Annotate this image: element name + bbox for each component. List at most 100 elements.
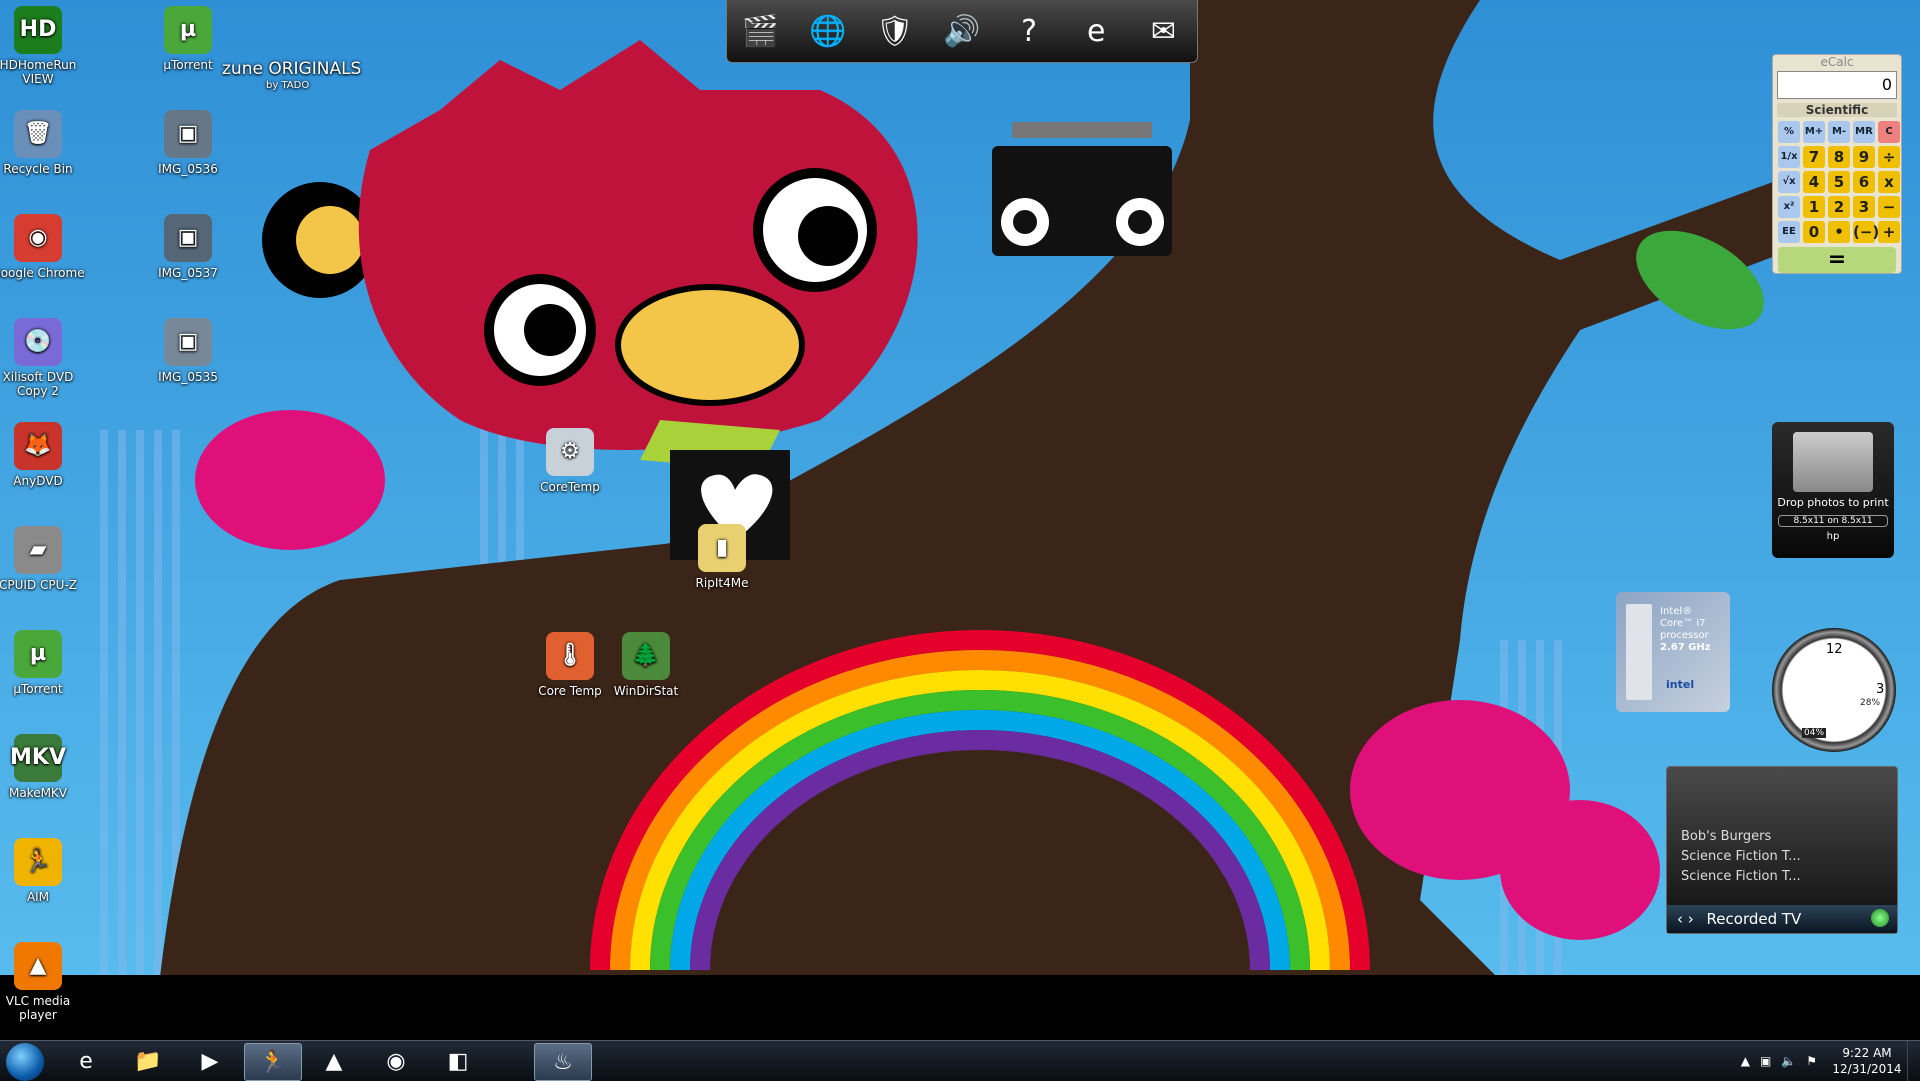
taskbar-vlc-icon[interactable]: ▲ — [306, 1043, 362, 1079]
desktop-icon-vlc-media-player[interactable]: ▲ VLC media player — [0, 942, 88, 1022]
-torrent-icon: µ — [14, 630, 62, 678]
shield-icon[interactable]: 🛡 — [869, 5, 921, 57]
recorded-tv-list: Bob's Burgers Science Fiction T... Science… — [1681, 827, 1801, 887]
desktop-icon-label: µTorrent — [163, 58, 213, 72]
show-desktop-button[interactable] — [1907, 1041, 1920, 1081]
calc-key[interactable]: % — [1778, 121, 1800, 143]
tv-nav-arrows[interactable]: ‹ › — [1677, 910, 1694, 928]
desktop-icon-makemkv[interactable]: MKV MakeMKV — [0, 734, 88, 800]
desktop-icon-img-0536[interactable]: ▣ IMG_0536 — [138, 110, 238, 176]
recorded-tv-item[interactable]: Bob's Burgers — [1681, 827, 1801, 847]
desktop-icon-coretemp[interactable]: ⚙ CoreTemp — [520, 428, 620, 494]
brand-text: zune ORIGINALS — [222, 59, 362, 79]
desktop-icon-google-chrome[interactable]: ◉ Google Chrome — [0, 214, 88, 280]
media-center-icon[interactable] — [1871, 909, 1889, 927]
taskbar-clock[interactable]: 9:22 AM 12/31/2014 — [1827, 1045, 1907, 1077]
calc-key[interactable]: 1 — [1803, 196, 1825, 218]
paper-size-select[interactable]: 8.5x11 on 8.5x11 — [1778, 515, 1888, 527]
desktop-icon-label: IMG_0536 — [158, 162, 218, 176]
desktop-icon-hdhomerun-view[interactable]: HD HDHomeRun VIEW — [0, 6, 88, 86]
calc-key[interactable]: 3 — [1853, 196, 1875, 218]
desktop-icon-anydvd[interactable]: 🦊 AnyDVD — [0, 422, 88, 488]
desktop-icon-xilisoft-dvd-copy-2[interactable]: 💿 Xilisoft DVD Copy 2 — [0, 318, 88, 398]
ecalc-gadget[interactable]: eCalc 0 Scientific % M+ M- MR C 1/x 7 8 9 ÷ √x 4 5 6 x… — [1772, 54, 1902, 274]
start-button[interactable] — [6, 1043, 44, 1081]
desktop-icon-label: AIM — [26, 890, 50, 904]
vlc-media-player-icon: ▲ — [14, 942, 62, 990]
desktop-icon-label: CoreTemp — [540, 480, 600, 494]
taskbar-virtualbox-icon[interactable]: ◧ — [430, 1043, 486, 1079]
action-center-icon[interactable]: ⚑ — [1806, 1054, 1817, 1068]
calc-key[interactable]: • — [1828, 221, 1850, 243]
desktop-icon-label: CPUID CPU-Z — [0, 578, 77, 592]
img-0536-icon: ▣ — [164, 110, 212, 158]
anydvd-icon: 🦊 — [14, 422, 62, 470]
video-icon[interactable]: 🎬 — [735, 5, 787, 57]
calc-key[interactable]: 8 — [1828, 146, 1850, 168]
calc-key[interactable]: 0 — [1803, 221, 1825, 243]
calc-key[interactable]: M+ — [1803, 121, 1825, 143]
makemkv-icon: MKV — [10, 734, 66, 782]
calc-key[interactable]: x — [1878, 171, 1900, 193]
network-icon[interactable]: ▣ — [1760, 1054, 1771, 1068]
internet-explorer-icon[interactable]: e — [1070, 5, 1122, 57]
desktop-icon-ripit4me[interactable]: ▮ RipIt4Me — [672, 524, 772, 590]
cpuid-cpu-z-icon: ▰ — [14, 526, 62, 574]
calc-key[interactable]: 1/x — [1778, 146, 1800, 168]
desktop-icon--torrent[interactable]: µ µTorrent — [138, 6, 238, 72]
desktop-icon-label: IMG_0537 — [158, 266, 218, 280]
calc-equals-button[interactable]: = — [1778, 247, 1896, 273]
calc-key[interactable]: 2 — [1828, 196, 1850, 218]
calc-key[interactable]: − — [1878, 196, 1900, 218]
taskbar-internet-explorer-icon[interactable]: e — [58, 1043, 114, 1079]
taskbar-chrome-icon[interactable]: ◉ — [368, 1043, 424, 1079]
cpu-info-gadget: Intel® Core™ i7 processor 2.67 GHz intel — [1616, 592, 1730, 712]
taskbar-explorer-folder-icon[interactable]: 📁 — [120, 1043, 176, 1079]
printer-label: Drop photos to print — [1777, 496, 1889, 509]
speaker-icon[interactable]: 🔊 — [936, 5, 988, 57]
recorded-tv-item[interactable]: Science Fiction T... — [1681, 867, 1801, 887]
hdhomerun-view-icon: HD — [14, 6, 62, 54]
desktop-icon-label: RipIt4Me — [695, 576, 749, 590]
taskbar-steam-icon[interactable]: ♨ — [534, 1043, 592, 1081]
calc-key[interactable]: ÷ — [1878, 146, 1900, 168]
calc-key[interactable]: 5 — [1828, 171, 1850, 193]
photo-print-gadget[interactable]: Drop photos to print 8.5x11 on 8.5x11 hp — [1772, 422, 1894, 558]
tray-show-hidden-icon[interactable]: ▲ — [1741, 1054, 1750, 1068]
hp-logo: hp — [1826, 531, 1840, 542]
calc-key[interactable]: √x — [1778, 171, 1800, 193]
desktop-icon--torrent[interactable]: µ µTorrent — [0, 630, 88, 696]
desktop-icon-windirstat[interactable]: 🌲 WinDirStat — [596, 632, 696, 698]
desktop-icon-label: WinDirStat — [613, 684, 679, 698]
volume-icon[interactable]: 🔈 — [1781, 1054, 1796, 1068]
calc-key[interactable]: EE — [1778, 221, 1800, 243]
calc-key[interactable]: MR — [1853, 121, 1875, 143]
desktop-icon-label: IMG_0535 — [158, 370, 218, 384]
desktop-icon-recycle-bin[interactable]: 🗑 Recycle Bin — [0, 110, 88, 176]
recorded-tv-item[interactable]: Science Fiction T... — [1681, 847, 1801, 867]
help-icon[interactable]: ? — [1003, 5, 1055, 57]
calc-key[interactable]: 6 — [1853, 171, 1875, 193]
calc-mode-toggle[interactable]: Scientific — [1777, 103, 1897, 117]
aim-icon: 🏃 — [14, 838, 62, 886]
recorded-tv-gadget[interactable]: Bob's Burgers Science Fiction T... Science… — [1666, 766, 1898, 934]
globe-icon[interactable]: 🌐 — [802, 5, 854, 57]
core-temp-icon: 🌡 — [546, 632, 594, 680]
desktop-icon-img-0537[interactable]: ▣ IMG_0537 — [138, 214, 238, 280]
calc-key[interactable]: C — [1878, 121, 1900, 143]
calc-key[interactable]: 4 — [1803, 171, 1825, 193]
calc-key[interactable]: 9 — [1853, 146, 1875, 168]
calc-key[interactable]: x² — [1778, 196, 1800, 218]
calc-key[interactable]: M- — [1828, 121, 1850, 143]
desktop-icon-img-0535[interactable]: ▣ IMG_0535 — [138, 318, 238, 384]
calc-key[interactable]: 7 — [1803, 146, 1825, 168]
calc-key[interactable]: (−) — [1853, 221, 1879, 243]
mail-icon[interactable]: ✉ — [1137, 5, 1189, 57]
desktop-icon-aim[interactable]: 🏃 AIM — [0, 838, 88, 904]
calc-display: 0 — [1777, 71, 1897, 99]
calc-key[interactable]: + — [1878, 221, 1900, 243]
desktop-icon-cpuid-cpu-z[interactable]: ▰ CPUID CPU-Z — [0, 526, 88, 592]
taskbar-media-player-icon[interactable]: ▶ — [182, 1043, 238, 1079]
taskbar-aim-icon[interactable]: 🏃 — [244, 1043, 302, 1081]
desktop-wallpaper — [0, 0, 1920, 1080]
